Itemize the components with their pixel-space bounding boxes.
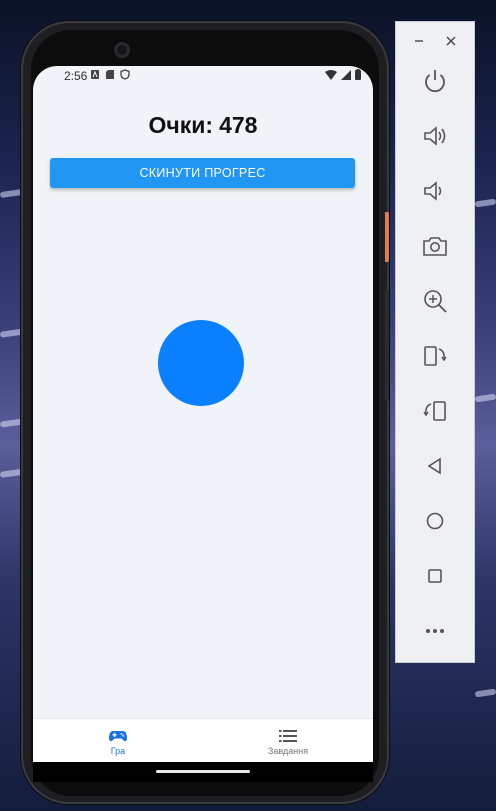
close-icon[interactable] <box>444 34 458 48</box>
more-icon <box>426 629 444 633</box>
game-target-circle[interactable] <box>158 320 244 406</box>
overview-button[interactable] <box>420 561 450 591</box>
score-value: 478 <box>219 112 258 138</box>
more-button[interactable] <box>420 616 450 646</box>
rotate-left-icon <box>424 346 447 366</box>
status-system-icons <box>325 69 361 80</box>
volume-down-button[interactable] <box>420 176 450 206</box>
rotate-left-button[interactable] <box>420 341 450 371</box>
gamepad-icon <box>109 731 127 742</box>
battery-icon <box>355 69 361 80</box>
power-button[interactable] <box>420 66 450 96</box>
wallpaper-streak <box>474 393 496 403</box>
notification-a-icon <box>91 70 99 79</box>
tab-game-label: Гра <box>110 746 126 756</box>
score-title: Очки: 478 <box>33 112 373 139</box>
rotate-right-icon <box>423 401 446 421</box>
status-notification-icons <box>90 69 130 80</box>
app-screen: 2:56 Очки: 478 СКИНУТИ ПРОГРЕС Гра Завда… <box>33 66 373 762</box>
tab-tasks-label: Завдання <box>267 746 309 756</box>
wifi-icon <box>325 69 337 80</box>
camera-icon <box>423 237 447 256</box>
signal-icon <box>341 69 351 80</box>
volume-down-icon <box>424 181 442 201</box>
back-button[interactable] <box>420 451 450 481</box>
side-button <box>385 290 389 400</box>
tab-game[interactable]: Гра <box>33 719 203 762</box>
minimize-icon[interactable] <box>412 34 426 48</box>
volume-up-icon <box>424 126 446 146</box>
bottom-navigation: Гра Завдання <box>33 718 373 762</box>
toolbar-window-controls <box>396 34 474 50</box>
score-label: Очки: <box>148 112 214 138</box>
home-icon <box>426 512 444 530</box>
home-indicator[interactable] <box>156 770 250 773</box>
zoom-button[interactable] <box>420 286 450 316</box>
overview-icon <box>428 569 442 583</box>
wallpaper-streak <box>474 688 496 698</box>
back-icon <box>427 457 441 475</box>
rotate-right-button[interactable] <box>420 396 450 426</box>
reset-progress-button[interactable]: СКИНУТИ ПРОГРЕС <box>50 158 355 188</box>
power-icon <box>425 70 445 93</box>
zoom-icon <box>424 290 447 313</box>
side-button <box>385 212 389 262</box>
shield-icon <box>120 69 130 80</box>
wallpaper-streak <box>474 198 496 208</box>
list-icon <box>279 730 297 742</box>
emulator-toolbar <box>395 21 475 663</box>
gesture-bar <box>33 762 373 782</box>
status-time: 2:56 <box>64 69 88 83</box>
sim-card-icon <box>106 70 114 79</box>
status-bar: 2:56 <box>33 66 373 86</box>
home-button[interactable] <box>420 506 450 536</box>
front-camera <box>114 42 130 58</box>
volume-up-button[interactable] <box>420 121 450 151</box>
tab-tasks[interactable]: Завдання <box>203 719 373 762</box>
screenshot-button[interactable] <box>420 231 450 261</box>
